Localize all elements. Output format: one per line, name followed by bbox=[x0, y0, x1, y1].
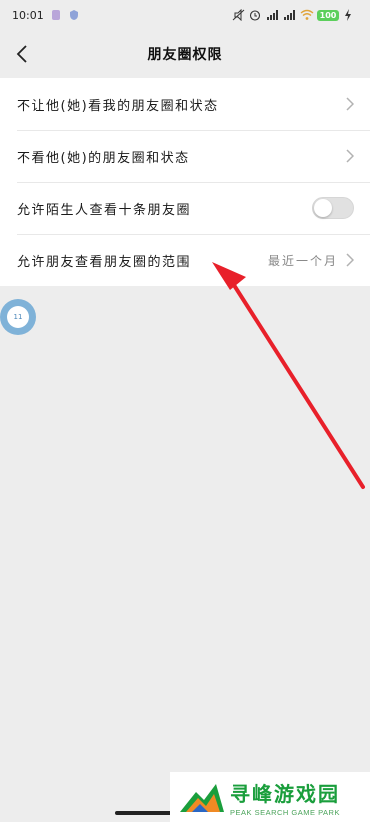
signal-hd-icon bbox=[266, 9, 278, 21]
chevron-right-icon bbox=[346, 149, 354, 163]
status-time: 10:01 bbox=[12, 8, 44, 22]
signal-hd-2-icon bbox=[283, 9, 295, 21]
setting-value: 最近一个月 bbox=[267, 253, 338, 268]
shield-notification-icon bbox=[68, 9, 80, 21]
setting-hide-my-moments[interactable]: 不让他(她)看我的朋友圈和状态 bbox=[0, 78, 370, 130]
chevron-right-icon bbox=[346, 97, 354, 111]
app-notification-icon bbox=[50, 9, 62, 21]
setting-hide-their-moments[interactable]: 不看他(她)的朋友圈和状态 bbox=[0, 130, 370, 182]
wifi-icon bbox=[300, 9, 314, 21]
status-bar: 10:01 100 bbox=[0, 0, 370, 30]
bubble-face-icon: 11 bbox=[7, 306, 29, 328]
title-bar: 朋友圈权限 bbox=[0, 30, 370, 78]
watermark-title: 寻峰游戏园 bbox=[230, 781, 340, 806]
battery-icon: 100 bbox=[317, 9, 339, 21]
setting-strangers-view-ten[interactable]: 允许陌生人查看十条朋友圈 bbox=[0, 182, 370, 234]
watermark: 寻峰游戏园 PEAK SEARCH GAME PARK bbox=[170, 772, 370, 822]
floating-assistant-bubble[interactable]: 11 bbox=[0, 299, 36, 335]
setting-label: 不让他(她)看我的朋友圈和状态 bbox=[17, 98, 219, 114]
setting-label: 不看他(她)的朋友圈和状态 bbox=[17, 150, 190, 166]
setting-friends-view-range[interactable]: 允许朋友查看朋友圈的范围 最近一个月 bbox=[0, 234, 370, 286]
page-title: 朋友圈权限 bbox=[147, 47, 223, 63]
setting-label: 允许陌生人查看十条朋友圈 bbox=[17, 202, 192, 218]
alarm-icon bbox=[249, 9, 261, 21]
charging-icon bbox=[344, 9, 356, 21]
mute-icon bbox=[232, 8, 245, 22]
setting-label: 允许朋友查看朋友圈的范围 bbox=[17, 254, 192, 270]
watermark-subtitle: PEAK SEARCH GAME PARK bbox=[230, 807, 340, 817]
toggle-knob bbox=[314, 199, 332, 217]
settings-list: 不让他(她)看我的朋友圈和状态 不看他(她)的朋友圈和状态 允许陌生人查看十条朋… bbox=[0, 78, 370, 286]
chevron-right-icon bbox=[346, 253, 354, 267]
strangers-toggle[interactable] bbox=[312, 197, 354, 219]
mountain-logo-icon bbox=[180, 784, 224, 812]
